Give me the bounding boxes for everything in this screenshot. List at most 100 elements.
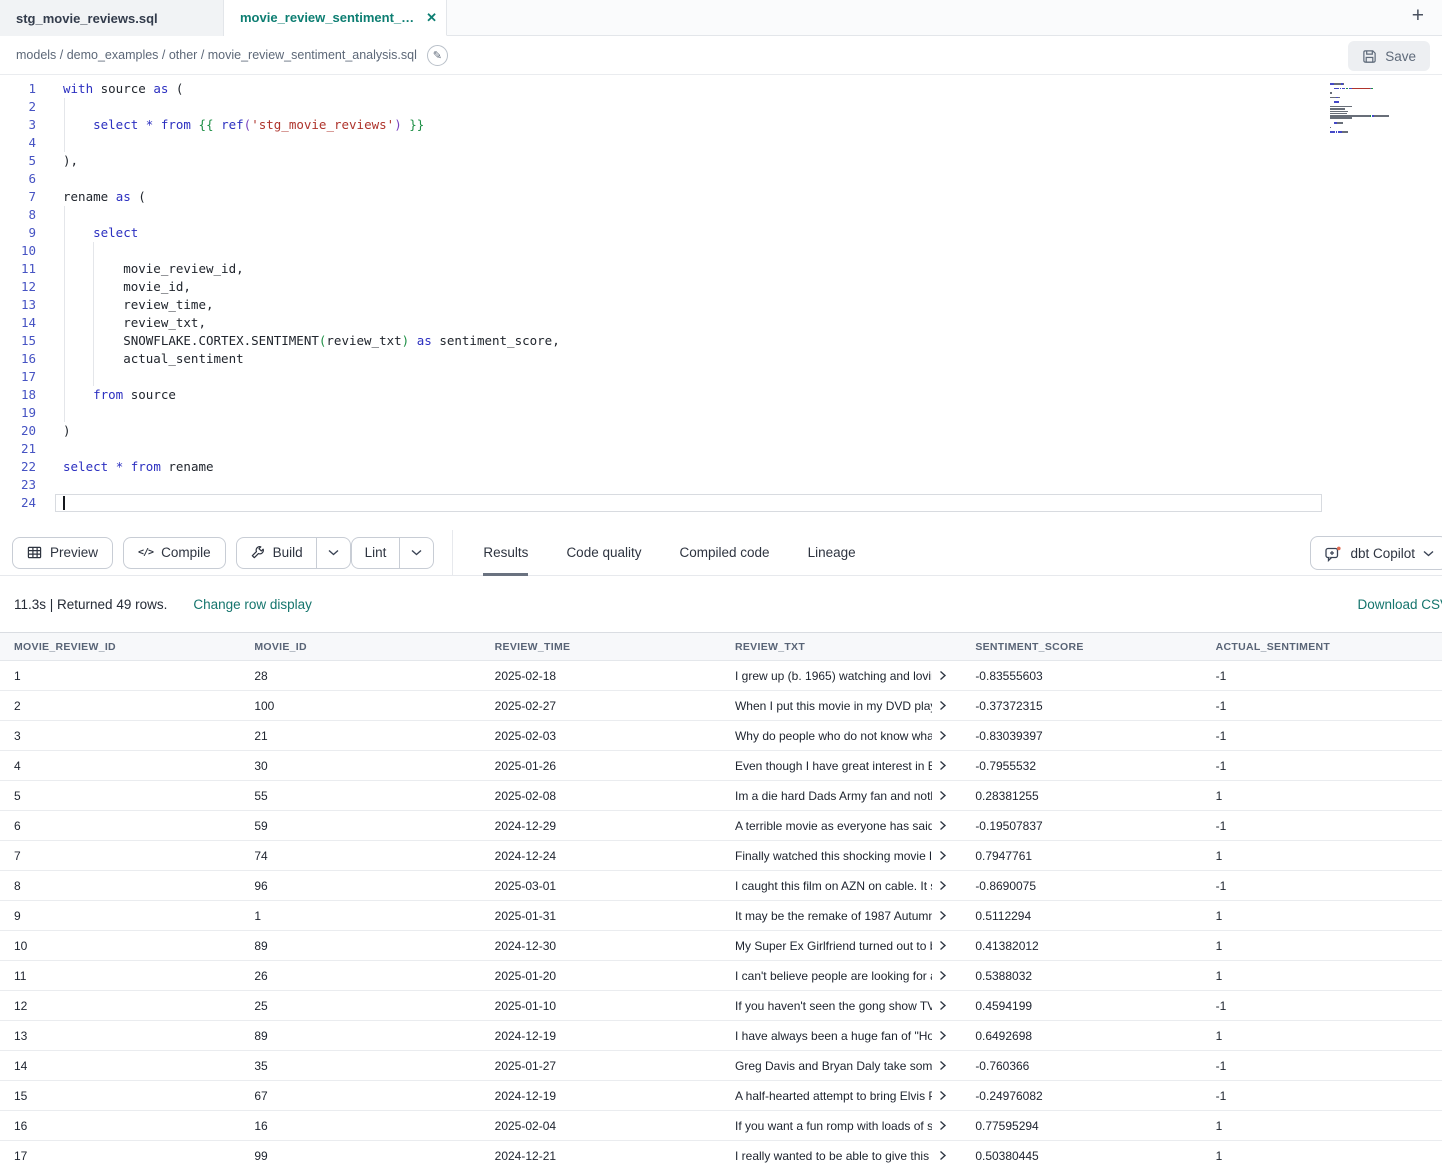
- tab-stg-movie-reviews[interactable]: stg_movie_reviews.sql: [0, 0, 224, 36]
- cell-sentiment_score: 0.6492698: [961, 1029, 1201, 1043]
- build-dropdown[interactable]: [316, 538, 350, 568]
- cell-sentiment_score: 0.50380445: [961, 1149, 1201, 1163]
- code-text: [36, 98, 63, 116]
- code-line[interactable]: 23: [0, 476, 1442, 494]
- code-line[interactable]: 16 actual_sentiment: [0, 350, 1442, 368]
- expand-review-icon[interactable]: [939, 730, 947, 741]
- tab-results[interactable]: Results: [483, 530, 528, 576]
- build-wrench-icon: [250, 545, 265, 560]
- cell-actual_sentiment: -1: [1202, 819, 1442, 833]
- new-tab-button[interactable]: +: [1408, 4, 1428, 28]
- code-line[interactable]: 4: [0, 134, 1442, 152]
- tab-compiled-code[interactable]: Compiled code: [680, 530, 770, 576]
- code-line[interactable]: 11 movie_review_id,: [0, 260, 1442, 278]
- code-editor[interactable]: 1with source as (23 select * from {{ ref…: [0, 75, 1442, 530]
- preview-button[interactable]: Preview: [12, 537, 113, 569]
- line-number: 12: [0, 278, 36, 296]
- expand-review-icon[interactable]: [939, 1090, 947, 1101]
- code-text: with source as (: [36, 80, 183, 98]
- expand-review-icon[interactable]: [939, 1120, 947, 1131]
- expand-review-icon[interactable]: [939, 1030, 947, 1041]
- line-number: 6: [0, 170, 36, 188]
- copilot-chat-icon: [1324, 545, 1342, 562]
- tab-label: Results: [483, 545, 528, 560]
- dbt-copilot-button[interactable]: dbt Copilot: [1310, 536, 1442, 570]
- lint-button[interactable]: Lint: [352, 538, 400, 568]
- tab-code-quality[interactable]: Code quality: [566, 530, 641, 576]
- review-text: Finally watched this shocking movie la…: [735, 849, 932, 863]
- code-line[interactable]: 14 review_txt,: [0, 314, 1442, 332]
- cell-movie_id: 96: [240, 879, 480, 893]
- tab-movie-review-sentiment[interactable]: movie_review_sentiment_… ✕: [224, 0, 447, 36]
- code-line[interactable]: 13 review_time,: [0, 296, 1442, 314]
- cell-actual_sentiment: -1: [1202, 669, 1442, 683]
- expand-review-icon[interactable]: [939, 790, 947, 801]
- code-line[interactable]: 24: [0, 494, 1442, 512]
- compile-button[interactable]: </> Compile: [123, 537, 226, 569]
- code-line[interactable]: 12 movie_id,: [0, 278, 1442, 296]
- cell-sentiment_score: -0.19507837: [961, 819, 1201, 833]
- expand-review-icon[interactable]: [939, 940, 947, 951]
- cell-movie_id: 74: [240, 849, 480, 863]
- table-row: 12252025-01-10If you haven't seen the go…: [0, 991, 1442, 1021]
- code-line[interactable]: 5),: [0, 152, 1442, 170]
- download-csv-link[interactable]: Download CSV: [1357, 597, 1442, 612]
- cell-movie_review_id: 15: [0, 1089, 240, 1103]
- code-line[interactable]: 21: [0, 440, 1442, 458]
- code-line[interactable]: 6: [0, 170, 1442, 188]
- cell-sentiment_score: 0.5112294: [961, 909, 1201, 923]
- code-line[interactable]: 2: [0, 98, 1442, 116]
- close-tab-icon[interactable]: ✕: [426, 11, 437, 24]
- expand-review-icon[interactable]: [939, 760, 947, 771]
- code-line[interactable]: 3 select * from {{ ref('stg_movie_review…: [0, 116, 1442, 134]
- review-text: I caught this film on AZN on cable. It s…: [735, 879, 932, 893]
- cell-review_time: 2025-02-27: [481, 699, 721, 713]
- code-line[interactable]: 7rename as (: [0, 188, 1442, 206]
- code-line[interactable]: 17: [0, 368, 1442, 386]
- code-line[interactable]: 9 select: [0, 224, 1442, 242]
- tab-lineage[interactable]: Lineage: [808, 530, 856, 576]
- expand-review-icon[interactable]: [939, 1000, 947, 1011]
- cell-review_time: 2025-01-26: [481, 759, 721, 773]
- expand-review-icon[interactable]: [939, 1150, 947, 1161]
- save-button[interactable]: Save: [1348, 41, 1430, 71]
- cell-actual_sentiment: 1: [1202, 1029, 1442, 1043]
- cell-movie_review_id: 10: [0, 939, 240, 953]
- expand-review-icon[interactable]: [939, 820, 947, 831]
- code-text: select: [36, 224, 138, 242]
- table-row: 13892024-12-19I have always been a huge …: [0, 1021, 1442, 1051]
- code-text: from source: [36, 386, 176, 404]
- line-number: 4: [0, 134, 36, 152]
- code-text: movie_id,: [36, 278, 191, 296]
- editor-minimap[interactable]: [1330, 83, 1402, 138]
- code-line[interactable]: 15 SNOWFLAKE.CORTEX.SENTIMENT(review_txt…: [0, 332, 1442, 350]
- results-table: MOVIE_REVIEW_IDMOVIE_IDREVIEW_TIMEREVIEW…: [0, 632, 1442, 1166]
- table-row: 10892024-12-30My Super Ex Girlfriend tur…: [0, 931, 1442, 961]
- code-line[interactable]: 18 from source: [0, 386, 1442, 404]
- cell-actual_sentiment: 1: [1202, 939, 1442, 953]
- expand-review-icon[interactable]: [939, 910, 947, 921]
- expand-review-icon[interactable]: [939, 880, 947, 891]
- code-line[interactable]: 22select * from rename: [0, 458, 1442, 476]
- lint-dropdown[interactable]: [399, 538, 433, 568]
- line-number: 14: [0, 314, 36, 332]
- line-number: 2: [0, 98, 36, 116]
- cell-actual_sentiment: -1: [1202, 729, 1442, 743]
- build-button[interactable]: Build: [237, 538, 316, 568]
- expand-review-icon[interactable]: [939, 970, 947, 981]
- cell-movie_id: 30: [240, 759, 480, 773]
- cell-movie_review_id: 17: [0, 1149, 240, 1163]
- cell-actual_sentiment: 1: [1202, 789, 1442, 803]
- expand-review-icon[interactable]: [939, 850, 947, 861]
- code-line[interactable]: 10: [0, 242, 1442, 260]
- expand-review-icon[interactable]: [939, 700, 947, 711]
- code-line[interactable]: 8: [0, 206, 1442, 224]
- change-row-display-link[interactable]: Change row display: [193, 597, 312, 612]
- edit-file-icon[interactable]: ✎: [427, 45, 448, 66]
- code-line[interactable]: 19: [0, 404, 1442, 422]
- code-line[interactable]: 20): [0, 422, 1442, 440]
- toolbar-divider: [452, 530, 453, 576]
- expand-review-icon[interactable]: [939, 1060, 947, 1071]
- expand-review-icon[interactable]: [939, 670, 947, 681]
- code-line[interactable]: 1with source as (: [0, 80, 1442, 98]
